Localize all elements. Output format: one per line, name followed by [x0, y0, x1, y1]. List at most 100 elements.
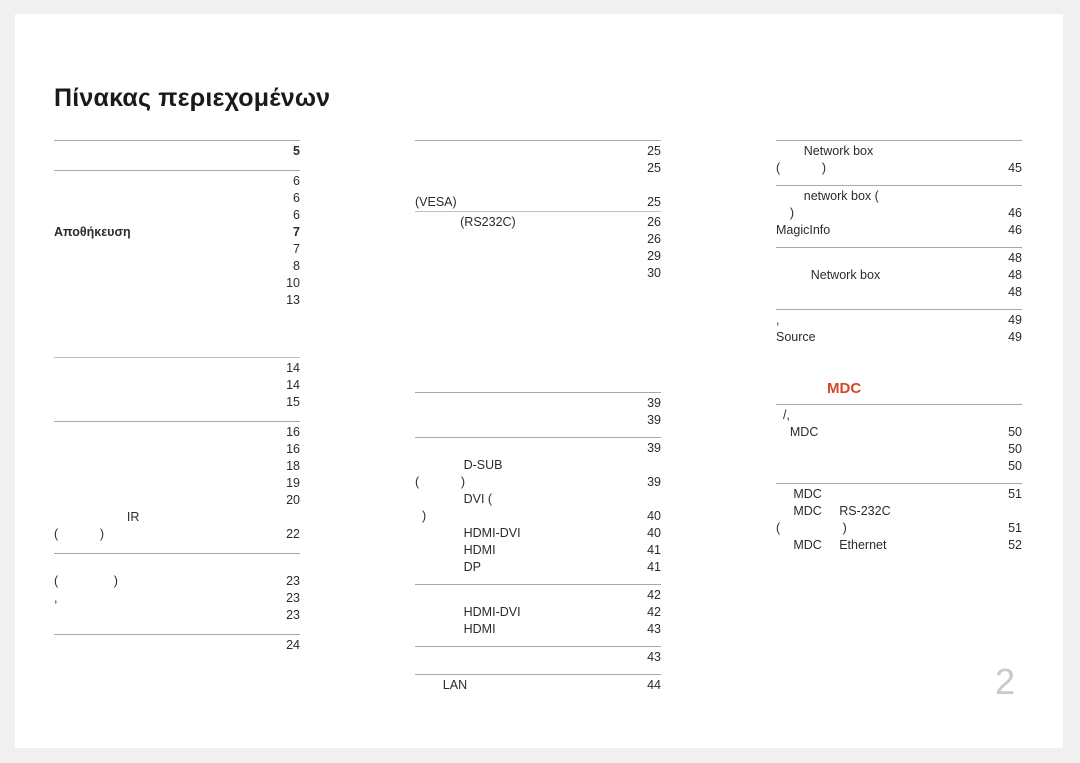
toc-entry[interactable]: ) 46 [776, 205, 1022, 222]
toc-entry[interactable]: 39 [415, 395, 661, 412]
toc-entry[interactable]: 15 [54, 394, 300, 411]
toc-entry[interactable]: 10 [54, 275, 300, 292]
toc-entry[interactable]: , 23 [54, 590, 300, 607]
toc-entry[interactable]: 6 [54, 190, 300, 207]
toc-entry[interactable]: 23 [54, 607, 300, 624]
toc-entry[interactable]: 7 [54, 241, 300, 258]
toc-section: 24 [54, 634, 300, 654]
toc-entry[interactable]: D-SUB [415, 457, 661, 474]
toc-entry[interactable]: 6 [54, 173, 300, 190]
toc-entry[interactable]: 50 [776, 441, 1022, 458]
toc-entry[interactable]: DP 41 [415, 559, 661, 576]
toc-entry-label: MagicInfo [776, 223, 831, 237]
toc-entry[interactable]: 5 [54, 143, 300, 160]
toc-entry[interactable]: 39 [415, 440, 661, 457]
toc-entry-page: 16 [286, 425, 300, 439]
section-heading: MDC [827, 380, 862, 397]
page-title: Πίνακας περιεχομένων [54, 84, 331, 112]
toc-entry-page: 25 [647, 161, 661, 175]
toc-entry[interactable]: ( ) 51 [776, 520, 1022, 537]
toc-entry[interactable]: 48 [776, 284, 1022, 301]
toc-entry[interactable]: 16 [54, 424, 300, 441]
toc-entry[interactable]: Source 49 [776, 329, 1022, 346]
toc-entry-page: 41 [647, 543, 661, 557]
toc-entry[interactable]: Network box 48 [776, 267, 1022, 284]
toc-entry[interactable]: /, [776, 407, 1022, 424]
toc-section: 5 [54, 140, 300, 160]
toc-entry-label: Network box [776, 268, 881, 282]
toc-entry[interactable]: MDC RS-232C [776, 503, 1022, 520]
toc-entry-label: MDC RS-232C [776, 504, 891, 518]
toc-entry[interactable]: ( ) 45 [776, 160, 1022, 177]
toc-entry[interactable]: 48 [776, 250, 1022, 267]
toc-entry[interactable]: 43 [415, 649, 661, 666]
toc-entry[interactable]: 20 [54, 492, 300, 509]
toc-entry[interactable]: DVI ( [415, 491, 661, 508]
toc-entry[interactable]: 14 [54, 377, 300, 394]
toc-entry[interactable]: ( ) 39 [415, 474, 661, 491]
toc-entry[interactable]: 19 [54, 475, 300, 492]
toc-entry[interactable]: MagicInfo 46 [776, 222, 1022, 239]
toc-entry-page: 30 [647, 266, 661, 280]
toc-section: 14 14 15 [54, 357, 300, 411]
toc-entry-page: 14 [286, 361, 300, 375]
toc-entry[interactable]: ( ) 22 [54, 526, 300, 543]
toc-entry[interactable]: ( ) 23 [54, 573, 300, 590]
toc-entry-label: (VESA) [415, 195, 457, 209]
toc-entry-page: 51 [1008, 521, 1022, 535]
toc-entry[interactable]: 26 [415, 231, 661, 248]
toc-entry[interactable]: HDMI 43 [415, 621, 661, 638]
toc-entry[interactable]: (VESA) 25 [415, 194, 661, 211]
toc-entry-page: 6 [293, 208, 300, 222]
toc-entry-page: 50 [1008, 442, 1022, 456]
toc-entry[interactable]: HDMI-DVI 40 [415, 525, 661, 542]
toc-entry[interactable]: (RS232C) 26 [415, 214, 661, 231]
toc-entry[interactable]: 25 [415, 160, 661, 177]
toc-entry[interactable]: 14 [54, 360, 300, 377]
toc-entry-label: LAN [415, 678, 468, 692]
toc-entry[interactable]: 24 [54, 637, 300, 654]
toc-entry[interactable]: 13 [54, 292, 300, 309]
toc-entry[interactable]: MDC 51 [776, 486, 1022, 503]
toc-entry[interactable]: 29 [415, 248, 661, 265]
toc-entry[interactable]: , 49 [776, 312, 1022, 329]
toc-entry[interactable]: MDC 50 [776, 424, 1022, 441]
toc-entry[interactable]: 50 [776, 458, 1022, 475]
toc-entry-page: 43 [647, 622, 661, 636]
toc-entry[interactable]: 8 [54, 258, 300, 275]
toc-entry[interactable] [415, 177, 661, 194]
toc-entry-page: 19 [286, 476, 300, 490]
toc-entry[interactable]: 16 [54, 441, 300, 458]
toc-entry[interactable]: Network box [776, 143, 1022, 160]
toc-entry-label: ( ) [54, 527, 104, 541]
toc-entry-label: MDC [776, 425, 819, 439]
toc-entry-page: 39 [647, 441, 661, 455]
toc-entry[interactable]: 6 [54, 207, 300, 224]
toc-entry[interactable]: ) 40 [415, 508, 661, 525]
toc-entry[interactable]: 39 [415, 412, 661, 429]
toc-entry[interactable]: 18 [54, 458, 300, 475]
toc-entry[interactable]: MDC Ethernet 52 [776, 537, 1022, 554]
toc-entry[interactable]: network box ( [776, 188, 1022, 205]
toc-section: 39 D-SUB ( ) 39 DVI ( ) 40 HDMI-DVI 40 HDMI 4… [415, 437, 661, 576]
toc-entry[interactable]: 30 [415, 265, 661, 282]
toc-entry[interactable]: IR [54, 509, 300, 526]
toc-entry[interactable]: 25 [415, 143, 661, 160]
toc-entry-label [415, 160, 639, 177]
toc-entry[interactable]: LAN 44 [415, 677, 661, 694]
toc-entry[interactable] [54, 556, 300, 573]
toc-entry[interactable]: Αποθήκευση 7 [54, 224, 300, 241]
toc-entry-page: 22 [286, 527, 300, 541]
toc-entry-label [54, 258, 278, 275]
toc-entry-page: 39 [647, 475, 661, 489]
toc-entry[interactable]: HDMI 41 [415, 542, 661, 559]
toc-entry[interactable]: HDMI-DVI 42 [415, 604, 661, 621]
toc-entry[interactable]: 42 [415, 587, 661, 604]
toc-entry-label: ( ) [776, 521, 847, 535]
toc-entry-page: 13 [286, 293, 300, 307]
